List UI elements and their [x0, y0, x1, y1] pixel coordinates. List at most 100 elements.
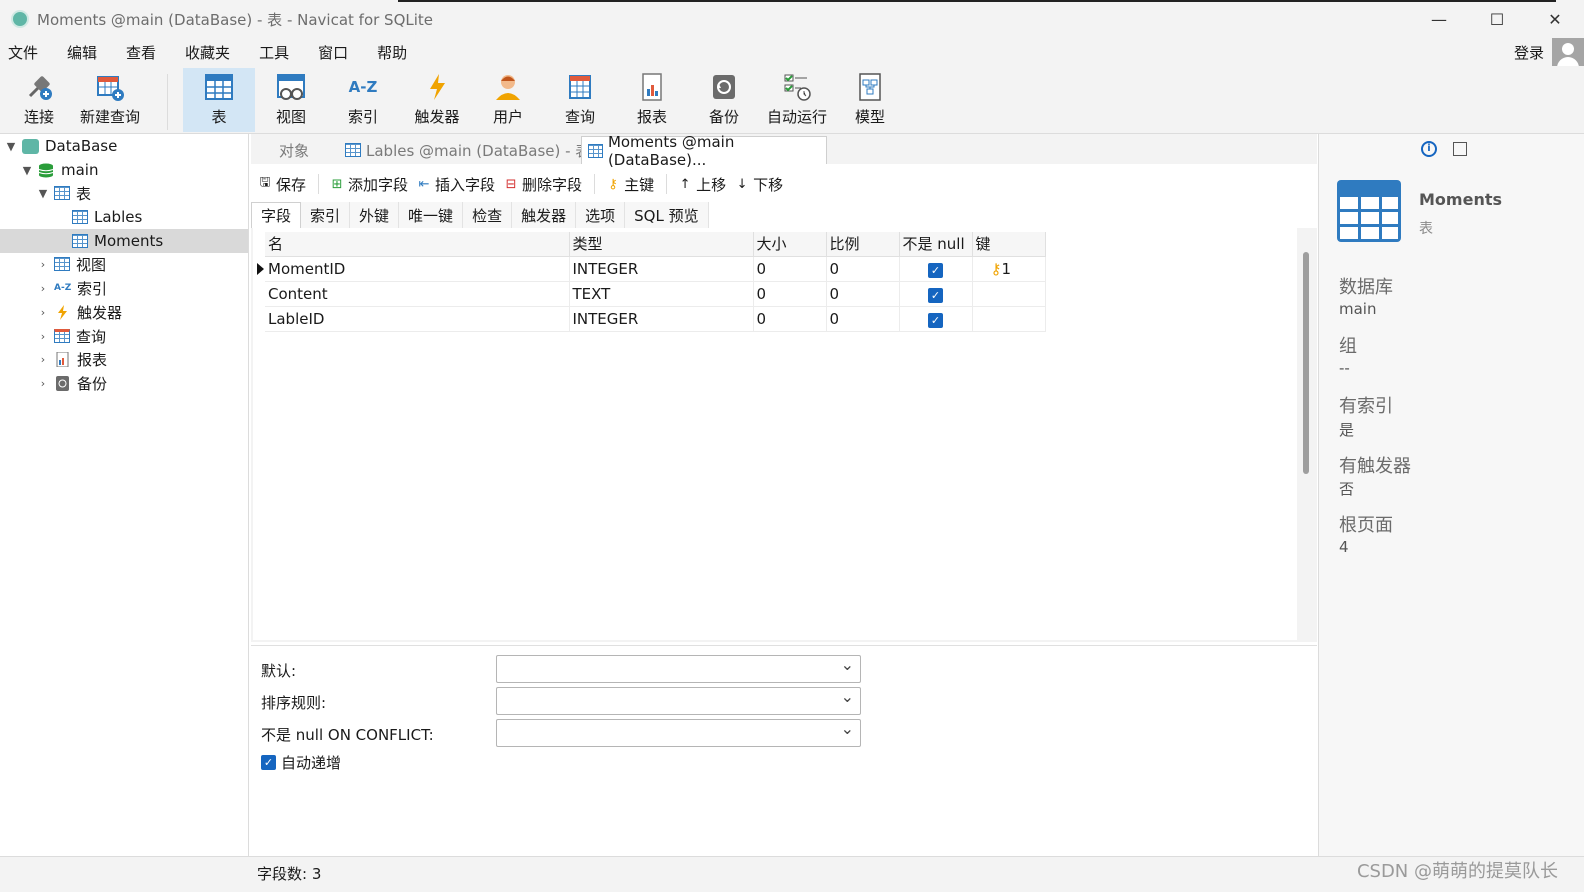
field-name-cell[interactable]: MomentID	[265, 256, 570, 282]
view-button[interactable]: 视图	[266, 68, 316, 132]
field-size-cell[interactable]: 0	[753, 256, 827, 282]
field-key-cell[interactable]	[972, 281, 1046, 307]
login-link[interactable]: 登录	[1514, 42, 1544, 63]
menu-tools[interactable]: 工具	[251, 42, 302, 63]
trigger-button[interactable]: 触发器	[408, 68, 466, 132]
delete-field-button[interactable]: ⊟ 删除字段	[503, 174, 582, 195]
table-row[interactable]: MomentID INTEGER 0 0 ✓ ⚷1	[265, 256, 1046, 282]
menu-view[interactable]: 查看	[118, 42, 169, 63]
default-select[interactable]	[496, 655, 861, 683]
column-header[interactable]: 键	[972, 232, 1046, 257]
chevron-right-icon[interactable]: ›	[36, 282, 50, 295]
model-button[interactable]: 模型	[846, 68, 894, 132]
tree-node-triggers[interactable]: › 触发器	[36, 300, 122, 324]
info-icon[interactable]: i	[1421, 141, 1437, 157]
move-up-button[interactable]: ↑ 上移	[677, 174, 726, 195]
field-not-null-cell[interactable]: ✓	[899, 281, 973, 307]
report-button[interactable]: 报表	[628, 68, 676, 132]
subtab-foreign-keys[interactable]: 外键	[350, 202, 400, 228]
maximize-button[interactable]: ☐	[1468, 0, 1526, 38]
tree-node-queries[interactable]: › 查询	[36, 324, 106, 348]
backup-button[interactable]: 备份	[700, 68, 748, 132]
connect-button[interactable]: 连接	[12, 68, 66, 132]
table-button[interactable]: 表	[183, 68, 255, 132]
new-query-button[interactable]: 新建查询	[76, 68, 144, 132]
query-button[interactable]: 查询	[556, 68, 604, 132]
menu-favorites[interactable]: 收藏夹	[177, 42, 243, 63]
column-header[interactable]: 类型	[569, 232, 754, 257]
move-down-button[interactable]: ↓ 下移	[734, 174, 783, 195]
subtab-indexes[interactable]: 索引	[301, 202, 351, 228]
tree-node-views[interactable]: › 视图	[36, 252, 106, 276]
tab-moments-table[interactable]: Moments @main (DataBase)...	[581, 133, 827, 169]
table-row[interactable]: LableID INTEGER 0 0 ✓	[265, 306, 1046, 332]
tree-node-backups[interactable]: › 备份	[36, 371, 107, 395]
subtab-options[interactable]: 选项	[576, 202, 626, 228]
ddl-icon[interactable]	[1453, 142, 1467, 156]
tree-node-reports[interactable]: › 报表	[36, 347, 107, 371]
not-null-checkbox[interactable]: ✓	[928, 287, 943, 303]
field-scale-cell[interactable]: 0	[826, 306, 900, 332]
field-not-null-cell[interactable]: ✓	[899, 306, 973, 332]
menu-help[interactable]: 帮助	[369, 42, 420, 63]
index-button[interactable]: A-Z 索引	[338, 68, 388, 132]
minimize-button[interactable]: —	[1410, 0, 1468, 38]
field-type-cell[interactable]: TEXT	[569, 281, 754, 307]
menu-edit[interactable]: 编辑	[59, 42, 110, 63]
field-type-cell[interactable]: INTEGER	[569, 306, 754, 332]
chevron-right-icon[interactable]: ›	[36, 258, 50, 271]
tab-objects[interactable]: 对象	[273, 136, 315, 164]
field-scale-cell[interactable]: 0	[826, 281, 900, 307]
tree-node-database[interactable]: ▼ DataBase	[4, 134, 118, 158]
autoincrement-checkbox[interactable]: ✓	[261, 755, 276, 770]
insert-field-button[interactable]: ⇤ 插入字段	[416, 174, 495, 195]
trigger-label: 触发器	[414, 108, 460, 126]
not-null-checkbox[interactable]: ✓	[928, 312, 943, 328]
chevron-right-icon[interactable]: ›	[36, 330, 50, 343]
primary-key-button[interactable]: ⚷ 主键	[605, 174, 654, 195]
user-button[interactable]: 用户	[484, 68, 532, 132]
field-scale-cell[interactable]: 0	[826, 256, 900, 282]
chevron-right-icon[interactable]: ›	[36, 306, 50, 319]
chevron-right-icon[interactable]: ›	[36, 377, 50, 390]
column-header[interactable]: 大小	[753, 232, 827, 257]
field-name-cell[interactable]: Content	[265, 281, 570, 307]
save-button[interactable]: 🖫 保存	[257, 173, 306, 195]
grid-scrollbar[interactable]	[1303, 252, 1309, 474]
close-button[interactable]: ✕	[1526, 0, 1584, 38]
query-label: 查询	[564, 108, 595, 126]
field-type-cell[interactable]: INTEGER	[569, 256, 754, 282]
tree-node-table-lables[interactable]: Lables	[72, 205, 142, 229]
collation-select[interactable]	[496, 687, 861, 715]
subtab-unique-keys[interactable]: 唯一键	[399, 202, 464, 228]
menu-window[interactable]: 窗口	[310, 42, 361, 63]
tree-node-table-moments[interactable]: Moments	[0, 229, 248, 253]
field-not-null-cell[interactable]: ✓	[899, 256, 973, 282]
not-null-checkbox[interactable]: ✓	[928, 262, 943, 278]
subtab-fields[interactable]: 字段	[251, 202, 302, 228]
chevron-down-icon[interactable]: ▼	[4, 140, 18, 153]
add-field-button[interactable]: ⊞ 添加字段	[329, 174, 408, 195]
column-header[interactable]: 不是 null	[899, 232, 973, 257]
tab-lables-table[interactable]: Lables @main (DataBase) - 表	[339, 136, 596, 164]
conflict-select[interactable]	[496, 719, 861, 747]
chevron-down-icon[interactable]: ▼	[36, 187, 50, 200]
field-key-cell[interactable]: ⚷1	[972, 256, 1046, 282]
menu-file[interactable]: 文件	[0, 42, 51, 63]
tree-node-indexes[interactable]: › A-Z 索引	[36, 276, 107, 300]
table-row[interactable]: Content TEXT 0 0 ✓	[265, 281, 1046, 307]
subtab-sql-preview[interactable]: SQL 预览	[625, 202, 709, 228]
chevron-down-icon[interactable]: ▼	[20, 164, 34, 177]
field-key-cell[interactable]	[972, 306, 1046, 332]
chevron-right-icon[interactable]: ›	[36, 353, 50, 366]
column-header[interactable]: 比例	[826, 232, 900, 257]
field-name-cell[interactable]: LableID	[265, 306, 570, 332]
tree-node-tables[interactable]: ▼ 表	[36, 181, 91, 205]
column-header[interactable]: 名	[265, 232, 570, 257]
field-size-cell[interactable]: 0	[753, 306, 827, 332]
subtab-checks[interactable]: 检查	[463, 202, 513, 228]
automation-button[interactable]: 自动运行	[764, 68, 830, 132]
tree-node-main[interactable]: ▼ main	[20, 158, 99, 182]
subtab-triggers[interactable]: 触发器	[512, 202, 577, 228]
field-size-cell[interactable]: 0	[753, 281, 827, 307]
